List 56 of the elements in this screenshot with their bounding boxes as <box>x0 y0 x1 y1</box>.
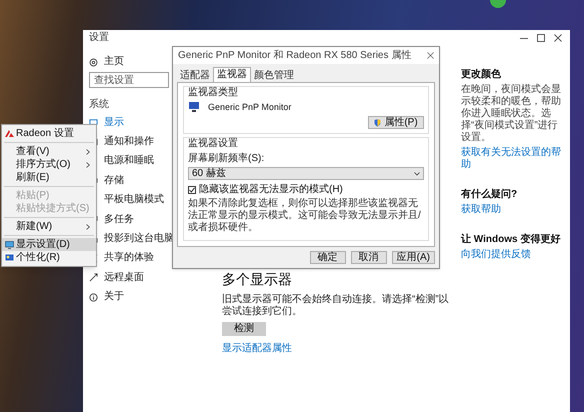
shield-icon <box>374 118 382 126</box>
description-text: 旧式显示器可能不会始终自动连接。请选择“检测”以尝试连接到它们。 <box>222 294 450 318</box>
help-heading: 让 Windows 变得更好 <box>461 234 560 246</box>
window-title: 设置 <box>89 32 109 42</box>
dialog-button[interactable]: 应用(A) <box>392 251 435 264</box>
section-title: 多个显示器 <box>222 272 292 286</box>
help-text: 在晚间，夜间模式会显示较柔和的暖色，帮助你进入睡眠状态。选择“夜间模式设置”进行设置。 <box>461 84 562 144</box>
chevron-right-icon <box>86 224 90 230</box>
nav-item[interactable]: 关于 <box>89 288 124 307</box>
chevron-down-icon <box>414 172 420 176</box>
monitor-name: Generic PnP Monitor <box>208 102 292 112</box>
gear-icon <box>89 58 98 66</box>
group-label: 监视器设置 <box>188 138 238 150</box>
monitor-icon <box>188 101 200 113</box>
section-heading: 系统 <box>89 100 109 110</box>
help-link[interactable]: 获取帮助 <box>461 204 501 216</box>
menu-item[interactable]: 新建(W) <box>2 220 96 233</box>
monitor-icon <box>5 240 14 248</box>
menu-item[interactable]: 查看(V) <box>2 145 96 158</box>
home-link[interactable]: 主页 <box>89 55 124 69</box>
menu-item[interactable]: 个性化(R) <box>2 251 96 264</box>
dialog-tab[interactable]: 监视器 <box>213 67 251 82</box>
remote-icon <box>89 273 98 282</box>
dialog-tab[interactable]: 颜色管理 <box>251 69 297 82</box>
dialog-button[interactable]: 取消 <box>350 251 387 264</box>
close-icon[interactable] <box>554 34 562 42</box>
help-link[interactable]: 获取有关无法设置的帮助 <box>461 147 562 171</box>
help-link[interactable]: 向我们提供反馈 <box>461 249 531 261</box>
field-label: 屏幕刷新频率(S): <box>188 153 264 165</box>
help-heading: 有什么疑问? <box>461 189 518 201</box>
help-heading: 更改颜色 <box>461 69 501 81</box>
menu-item[interactable]: 刷新(E) <box>2 171 96 184</box>
detect-button[interactable]: 检测 <box>222 322 266 336</box>
adapter-properties-link[interactable]: 显示适配器属性 <box>222 344 292 354</box>
menu-item[interactable]: Radeon 设置 <box>2 127 96 140</box>
chevron-right-icon <box>86 162 90 168</box>
close-icon[interactable] <box>427 52 434 59</box>
search-field[interactable]: 查找设置 <box>89 72 169 88</box>
dialog-tab[interactable]: 适配器 <box>177 69 213 82</box>
circle-badge-icon[interactable] <box>490 0 506 9</box>
nav-item[interactable]: 远程桌面 <box>89 268 144 288</box>
menu-item[interactable]: 显示设置(D) <box>2 238 96 251</box>
checkbox-row[interactable]: 隐藏该监视器无法显示的模式(H) <box>188 185 343 195</box>
info-icon <box>89 292 98 302</box>
palette-monitor-icon <box>5 254 14 262</box>
radeon-logo-icon <box>5 130 14 137</box>
dialog-title: Generic PnP Monitor 和 Radeon RX 580 Series 属性 <box>178 50 412 61</box>
checkbox[interactable] <box>188 186 196 194</box>
warning-text: 如果不清除此复选框，则你可以选择那些该监视器无法正常显示的显示模式。这可能会导致无法显示并且/或者损坏硬件。 <box>188 198 422 234</box>
dialog-button[interactable]: 确定 <box>310 251 346 264</box>
properties-button[interactable]: 属性(P) <box>368 116 424 129</box>
menu-item[interactable]: 排序方式(O) <box>2 158 96 171</box>
maximize-icon[interactable] <box>537 34 545 42</box>
chevron-right-icon <box>86 148 90 154</box>
refresh-rate-dropdown[interactable]: 60 赫兹 <box>188 167 424 180</box>
group-label: 监视器类型 <box>188 87 238 99</box>
